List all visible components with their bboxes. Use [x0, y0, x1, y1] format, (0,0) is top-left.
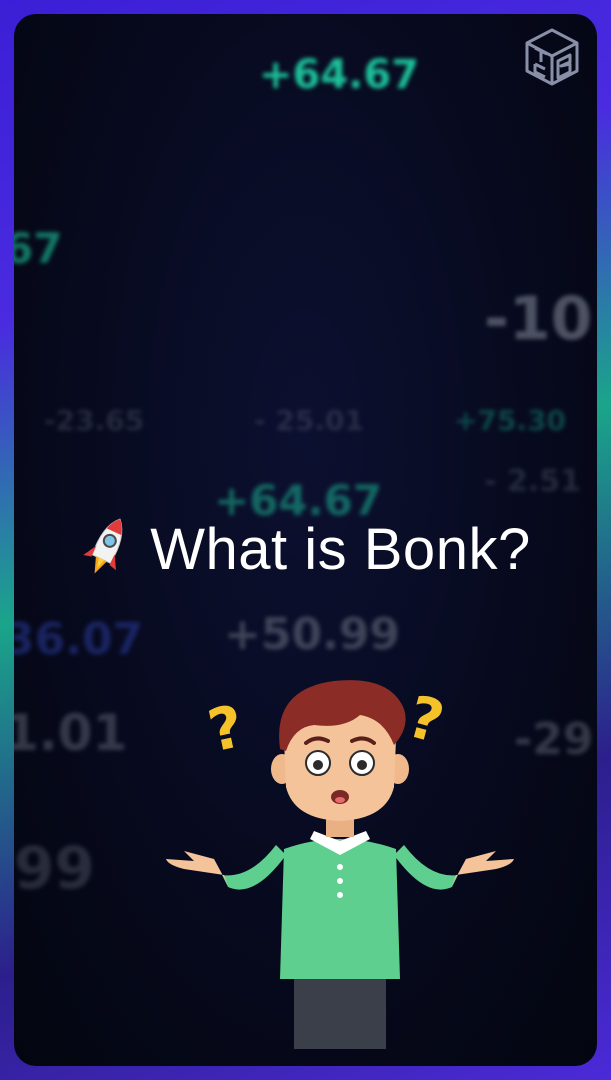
page-title: What is Bonk?: [150, 516, 531, 582]
bg-number: - 2.51: [484, 464, 581, 499]
video-frame: +64.67 67 -10 +64.67 +50.99 1.01 99 -29 …: [14, 14, 597, 1066]
svg-text:?: ?: [401, 682, 451, 756]
tcb-logo-icon: [525, 28, 579, 86]
rocket-icon: [83, 518, 123, 574]
bg-number: - 25.01: [254, 404, 364, 437]
bg-number: 99: [14, 834, 95, 902]
bg-number: +50.99: [224, 609, 401, 660]
bg-number: -23.65: [44, 404, 145, 437]
bg-number: +64.67: [259, 52, 420, 98]
bg-number: 67: [14, 224, 63, 273]
bg-number: 36.07: [14, 614, 144, 665]
bg-number: +75.30: [454, 404, 567, 437]
svg-text:?: ?: [202, 692, 249, 766]
bg-number: -29: [514, 714, 594, 765]
title-row: What is Bonk?: [14, 504, 597, 594]
bg-number: 1.01: [14, 704, 128, 762]
confused-person-illustration: ? ?: [166, 680, 514, 1049]
bg-number: -10: [484, 284, 593, 354]
